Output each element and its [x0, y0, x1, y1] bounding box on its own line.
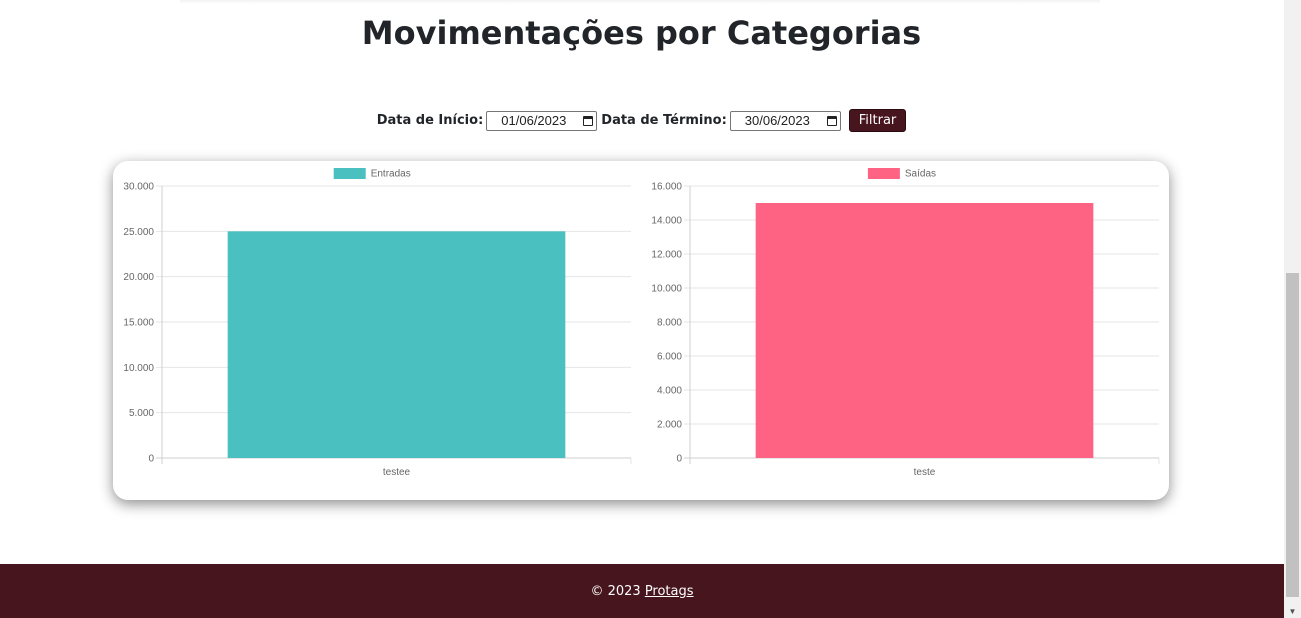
- y-tick-label: 14.000: [651, 216, 682, 227]
- y-tick-label: 2.000: [657, 420, 682, 431]
- vertical-scrollbar[interactable]: ▼: [1284, 0, 1301, 618]
- filter-button[interactable]: Filtrar: [848, 109, 907, 132]
- y-tick-label: 20.000: [123, 272, 154, 283]
- legend-swatch[interactable]: [867, 168, 900, 179]
- end-date-value: 30/06/2023: [744, 113, 810, 128]
- y-tick-label: 0: [148, 454, 154, 465]
- legend-label[interactable]: Saídas: [905, 169, 936, 180]
- end-date-label: Data de Término:: [601, 113, 727, 128]
- x-category-label: testee: [383, 467, 411, 478]
- start-date-value: 01/06/2023: [501, 113, 567, 128]
- bar[interactable]: [755, 203, 1094, 458]
- footer-protags-link[interactable]: Protags: [645, 584, 694, 599]
- calendar-icon[interactable]: [826, 115, 837, 126]
- y-tick-label: 0: [676, 454, 682, 465]
- y-tick-label: 4.000: [657, 386, 682, 397]
- saidas-bar-chart: Saídas 16.000 14.000 12.000 10.000 8.000 6.000…: [651, 168, 1160, 478]
- start-date-label: Data de Início:: [376, 113, 484, 128]
- y-tick-label: 12.000: [651, 250, 682, 261]
- y-tick-label: 8.000: [657, 318, 682, 329]
- legend-label[interactable]: Entradas: [371, 169, 411, 180]
- calendar-icon[interactable]: [583, 115, 594, 126]
- y-tick-label: 10.000: [123, 363, 154, 374]
- y-tick-label: 25.000: [123, 227, 154, 238]
- end-date-input[interactable]: 30/06/2023: [729, 110, 841, 131]
- legend-swatch[interactable]: [333, 168, 366, 179]
- y-tick-label: 10.000: [651, 284, 682, 295]
- y-tick-label: 16.000: [651, 182, 682, 193]
- x-category-label: teste: [914, 467, 936, 478]
- y-tick-label: 30.000: [123, 182, 154, 193]
- scroll-down-arrow-icon[interactable]: ▼: [1284, 607, 1301, 616]
- y-tick-label: 15.000: [123, 318, 154, 329]
- start-date-input[interactable]: 01/06/2023: [486, 110, 598, 131]
- entradas-bar-chart: Entradas 30.000 25.000 20.000 15.000 10.000 5.…: [123, 168, 632, 478]
- footer-copyright: © 2023: [590, 583, 641, 599]
- bar[interactable]: [227, 231, 566, 458]
- scrollbar-thumb[interactable]: [1286, 273, 1299, 597]
- date-filter-form: Data de Início: 01/06/2023 Data de Térmi…: [0, 109, 1283, 132]
- page-title: Movimentações por Categorias: [361, 14, 922, 52]
- y-tick-label: 5.000: [129, 408, 154, 419]
- header-shadow: [180, 0, 1100, 4]
- y-tick-label: 6.000: [657, 352, 682, 363]
- charts-card: Entradas 30.000 25.000 20.000 15.000 10.000 5.…: [113, 161, 1169, 500]
- footer: © 2023 Protags: [0, 564, 1284, 618]
